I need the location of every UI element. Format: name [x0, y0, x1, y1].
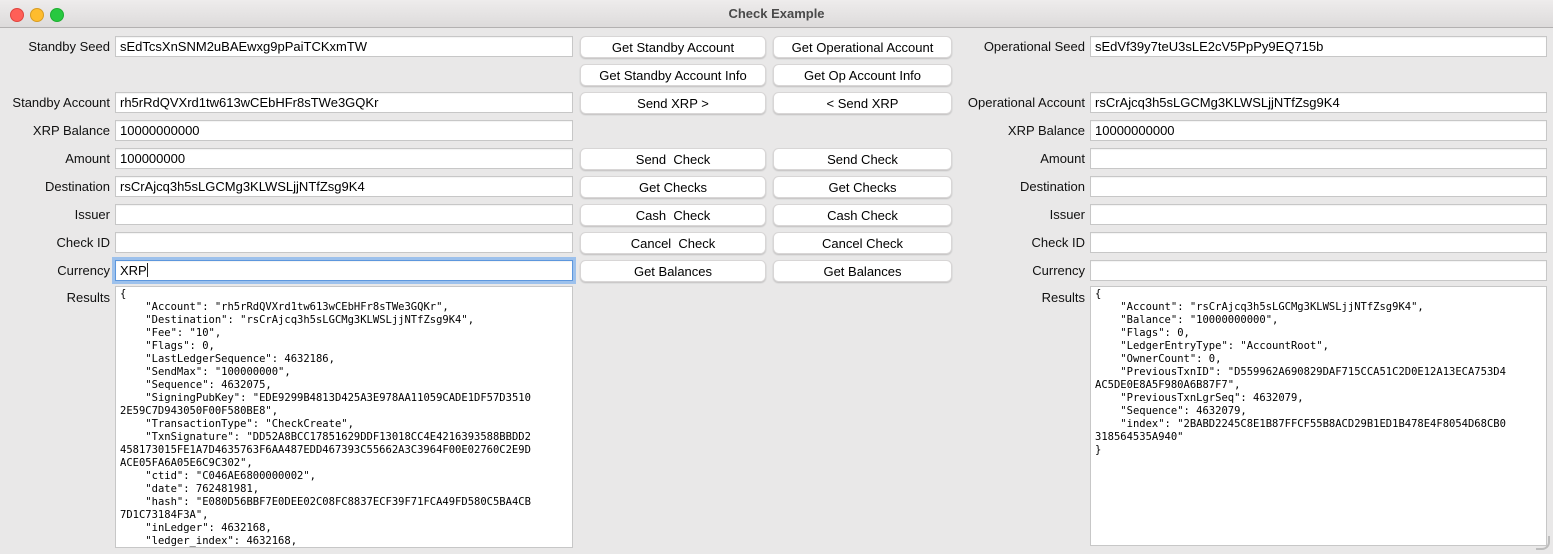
standby-seed-input[interactable]: sEdTcsXnSNM2uBAEwxg9pPaiTCKxmTW	[115, 36, 573, 57]
send-xrp-right-button[interactable]: Send XRP >	[580, 92, 766, 114]
operational-get-balances-button[interactable]: Get Balances	[773, 260, 952, 282]
operational-destination-label: Destination	[930, 176, 1085, 197]
standby-currency-input[interactable]: XRP	[115, 260, 573, 281]
operational-amount-label: Amount	[930, 148, 1085, 169]
standby-send-check-button[interactable]: Send Check	[580, 148, 766, 170]
operational-cancel-check-button[interactable]: Cancel Check	[773, 232, 952, 254]
operational-seed-label: Operational Seed	[930, 36, 1085, 57]
operational-get-checks-button[interactable]: Get Checks	[773, 176, 952, 198]
standby-results-label: Results	[0, 287, 110, 308]
standby-destination-label: Destination	[0, 176, 110, 197]
operational-account-label: Operational Account	[930, 92, 1085, 113]
standby-currency-value: XRP	[120, 263, 147, 278]
operational-destination-input[interactable]	[1090, 176, 1547, 197]
operational-check-id-input[interactable]	[1090, 232, 1547, 253]
standby-cash-check-button[interactable]: Cash Check	[580, 204, 766, 226]
operational-currency-label: Currency	[930, 260, 1085, 281]
operational-send-check-button[interactable]: Send Check	[773, 148, 952, 170]
operational-check-id-label: Check ID	[930, 232, 1085, 253]
standby-currency-label: Currency	[0, 260, 110, 281]
send-xrp-left-button[interactable]: < Send XRP	[773, 92, 952, 114]
standby-xrp-balance-label: XRP Balance	[0, 120, 110, 141]
standby-cancel-check-button[interactable]: Cancel Check	[580, 232, 766, 254]
standby-seed-label: Standby Seed	[0, 36, 110, 57]
operational-results-textarea[interactable]: { "Account": "rsCrAjcq3h5sLGCMg3KLWSLjjN…	[1090, 286, 1547, 546]
operational-xrp-balance-label: XRP Balance	[930, 120, 1085, 141]
get-operational-account-button[interactable]: Get Operational Account	[773, 36, 952, 58]
operational-issuer-label: Issuer	[930, 204, 1085, 225]
standby-check-id-input[interactable]	[115, 232, 573, 253]
app-window: Check Example Standby Seed sEdTcsXnSNM2u…	[0, 0, 1553, 554]
standby-get-checks-button[interactable]: Get Checks	[580, 176, 766, 198]
standby-account-input[interactable]: rh5rRdQVXrd1tw613wCEbHFr8sTWe3GQKr	[115, 92, 573, 113]
text-cursor	[147, 263, 148, 277]
standby-results-textarea[interactable]: { "Account": "rh5rRdQVXrd1tw613wCEbHFr8s…	[115, 286, 573, 548]
standby-issuer-label: Issuer	[0, 204, 110, 225]
operational-results-label: Results	[930, 287, 1085, 308]
operational-account-input[interactable]: rsCrAjcq3h5sLGCMg3KLWSLjjNTfZsg9K4	[1090, 92, 1547, 113]
standby-get-balances-button[interactable]: Get Balances	[580, 260, 766, 282]
standby-xrp-balance-input[interactable]: 10000000000	[115, 120, 573, 141]
standby-account-label: Standby Account	[0, 92, 110, 113]
standby-check-id-label: Check ID	[0, 232, 110, 253]
window-title: Check Example	[0, 0, 1553, 27]
operational-amount-input[interactable]	[1090, 148, 1547, 169]
operational-cash-check-button[interactable]: Cash Check	[773, 204, 952, 226]
operational-issuer-input[interactable]	[1090, 204, 1547, 225]
get-standby-account-button[interactable]: Get Standby Account	[580, 36, 766, 58]
operational-xrp-balance-input[interactable]: 10000000000	[1090, 120, 1547, 141]
operational-currency-input[interactable]	[1090, 260, 1547, 281]
get-standby-account-info-button[interactable]: Get Standby Account Info	[580, 64, 766, 86]
window-resize-grip[interactable]	[1536, 536, 1550, 550]
standby-amount-input[interactable]: 100000000	[115, 148, 573, 169]
standby-issuer-input[interactable]	[115, 204, 573, 225]
titlebar: Check Example	[0, 0, 1553, 28]
operational-seed-input[interactable]: sEdVf39y7teU3sLE2cV5PpPy9EQ715b	[1090, 36, 1547, 57]
standby-amount-label: Amount	[0, 148, 110, 169]
get-op-account-info-button[interactable]: Get Op Account Info	[773, 64, 952, 86]
standby-destination-input[interactable]: rsCrAjcq3h5sLGCMg3KLWSLjjNTfZsg9K4	[115, 176, 573, 197]
